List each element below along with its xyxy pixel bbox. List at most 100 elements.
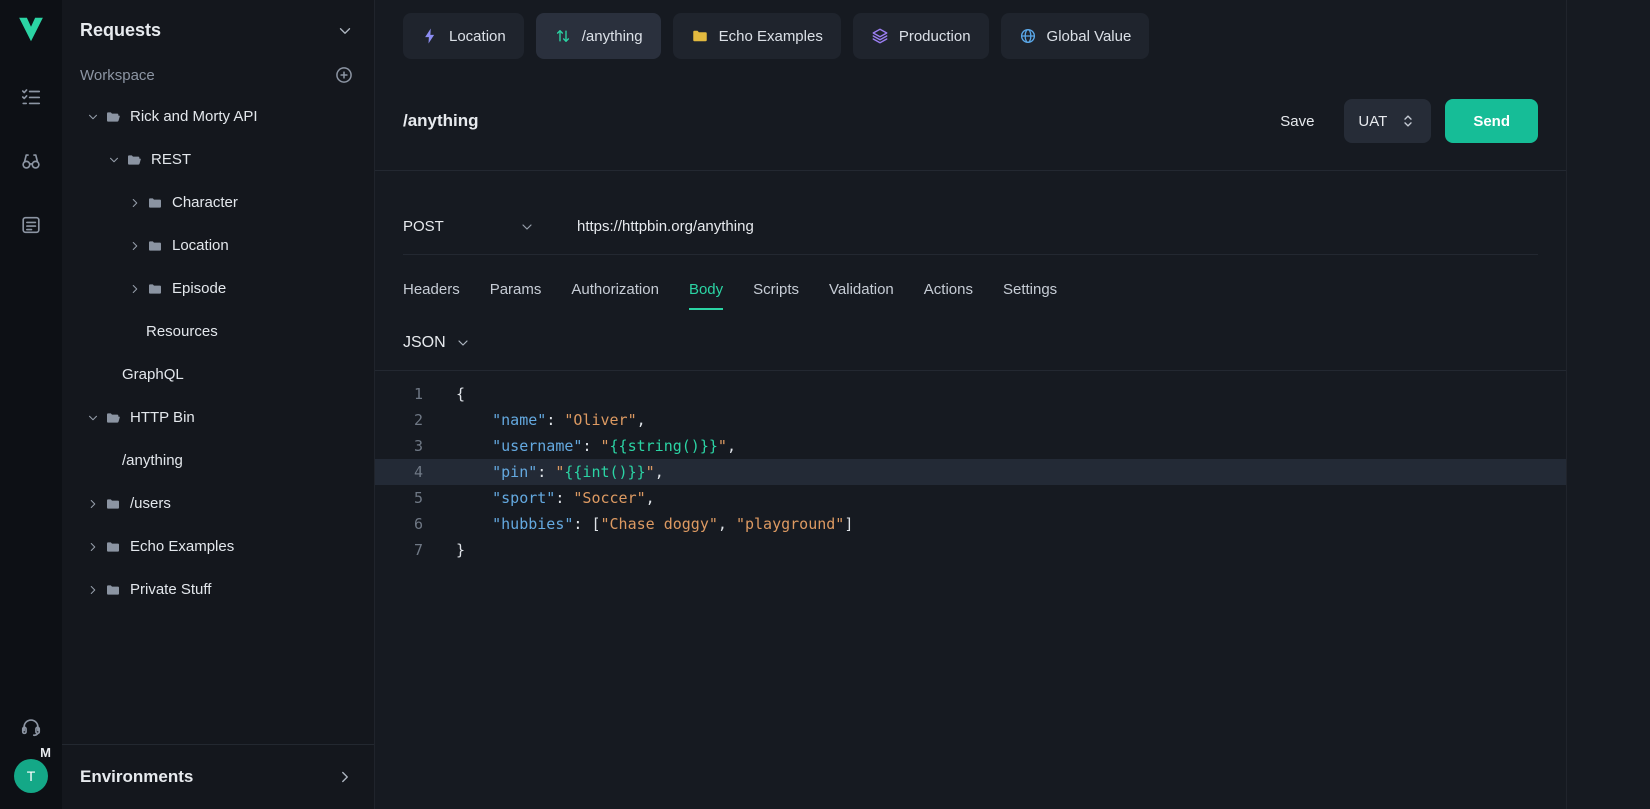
- page-title: /anything: [403, 111, 479, 131]
- sidebar-title: Requests: [80, 20, 161, 41]
- tree-folder-rest[interactable]: REST: [62, 138, 374, 181]
- code-line-1[interactable]: 1{: [375, 381, 1566, 407]
- send-button[interactable]: Send: [1445, 99, 1538, 143]
- sidebar-tree: Rick and Morty API REST Character Location E…: [62, 95, 374, 611]
- rail-nav: [20, 86, 42, 236]
- folder-icon: [126, 152, 142, 168]
- tab-authorization[interactable]: Authorization: [571, 281, 659, 310]
- method-select[interactable]: POST: [403, 218, 561, 235]
- environments-header[interactable]: Environments: [62, 744, 374, 809]
- code-editor[interactable]: 1{2 "name": "Oliver",3 "username": "{{st…: [375, 370, 1566, 809]
- environment-select[interactable]: UAT: [1344, 99, 1431, 143]
- body-type-select[interactable]: JSON: [375, 310, 499, 352]
- tree-folder-echo-examples[interactable]: Echo Examples: [62, 525, 374, 568]
- open-tab-echo-examples[interactable]: Echo Examples: [673, 13, 841, 59]
- line-number: 1: [375, 381, 423, 407]
- main-column: Location/anything Echo Examples Production…: [375, 0, 1566, 809]
- tab-actions[interactable]: Actions: [924, 281, 973, 310]
- code-line-3[interactable]: 3 "username": "{{string()}}",: [375, 433, 1566, 459]
- chevron-up-down-icon: [1399, 112, 1417, 130]
- folder-icon: [105, 539, 121, 555]
- tab-params[interactable]: Params: [490, 281, 542, 310]
- tab-label: /anything: [582, 28, 643, 45]
- code-line-4[interactable]: 4 "pin": "{{int()}}",: [375, 459, 1566, 485]
- tree-folder-rick-and-morty-api[interactable]: Rick and Morty API: [62, 95, 374, 138]
- tree-request-anything[interactable]: /anything: [62, 439, 374, 482]
- avatar-initial-top: M: [40, 745, 51, 760]
- open-tab-production[interactable]: Production: [853, 13, 989, 59]
- tree-folder-private-stuff[interactable]: Private Stuff: [62, 568, 374, 611]
- folder-icon: [105, 496, 121, 512]
- chevron-right-icon: [128, 196, 142, 210]
- tree-request-resources[interactable]: Resources: [62, 310, 374, 353]
- add-request-button[interactable]: [334, 65, 354, 85]
- list-box-icon[interactable]: [20, 214, 42, 236]
- chevron-right-icon: [128, 239, 142, 253]
- tree-folder-episode[interactable]: Episode: [62, 267, 374, 310]
- tab-body[interactable]: Body: [689, 281, 723, 310]
- tree-folder-character[interactable]: Character: [62, 181, 374, 224]
- title-actions: Save UAT Send: [1264, 99, 1538, 143]
- tree-folder-http-bin[interactable]: HTTP Bin: [62, 396, 374, 439]
- code-text: "username": "{{string()}}",: [456, 433, 736, 459]
- folder-icon: [105, 109, 121, 125]
- lightning-icon: [421, 27, 439, 45]
- folder-icon: [147, 281, 163, 297]
- code-line-5[interactable]: 5 "sport": "Soccer",: [375, 485, 1566, 511]
- line-number: 6: [375, 511, 423, 537]
- chevron-right-icon: [128, 282, 142, 296]
- open-tab-location[interactable]: Location: [403, 13, 524, 59]
- chevron-down-icon: [86, 411, 100, 425]
- tab-headers[interactable]: Headers: [403, 281, 460, 310]
- folder-icon: [147, 195, 163, 211]
- folder-icon: [105, 410, 121, 426]
- code-text: "pin": "{{int()}}",: [456, 459, 664, 485]
- tree-item-label: HTTP Bin: [130, 409, 195, 426]
- tree-item-label: GraphQL: [122, 366, 184, 383]
- url-bar: POST https://httpbin.org/anything: [403, 199, 1538, 255]
- code-text: "name": "Oliver",: [456, 407, 646, 433]
- code-line-7[interactable]: 7}: [375, 537, 1566, 563]
- code-text: "sport": "Soccer",: [456, 485, 655, 511]
- code-line-6[interactable]: 6 "hubbies": ["Chase doggy", "playground…: [375, 511, 1566, 537]
- open-tabs-bar: Location/anything Echo Examples Production…: [375, 0, 1566, 72]
- tree-folder-users[interactable]: /users: [62, 482, 374, 525]
- code-text: }: [456, 537, 465, 563]
- open-tab-global-value[interactable]: Global Value: [1001, 13, 1150, 59]
- chevron-down-icon: [336, 22, 354, 40]
- request-title-row: /anything Save UAT Send: [375, 72, 1566, 171]
- tree-item-label: Private Stuff: [130, 581, 211, 598]
- tree-request-graphql[interactable]: GraphQL: [62, 353, 374, 396]
- tab-settings[interactable]: Settings: [1003, 281, 1057, 310]
- tab-validation[interactable]: Validation: [829, 281, 894, 310]
- tab-label: Global Value: [1047, 28, 1132, 45]
- headset-icon[interactable]: [20, 715, 42, 737]
- avatar[interactable]: M T: [14, 759, 48, 793]
- save-button[interactable]: Save: [1264, 103, 1330, 140]
- request-subtabs: Headers Params Authorization Body Scripts Val…: [375, 255, 1566, 310]
- requests-header[interactable]: Requests: [62, 0, 374, 57]
- folder-icon: [691, 27, 709, 45]
- app-logo-icon[interactable]: [16, 14, 46, 44]
- tab-scripts[interactable]: Scripts: [753, 281, 799, 310]
- tree-item-label: Rick and Morty API: [130, 108, 258, 125]
- open-tab-anything[interactable]: /anything: [536, 13, 661, 59]
- tree-folder-location[interactable]: Location: [62, 224, 374, 267]
- url-input[interactable]: https://httpbin.org/anything: [577, 218, 1538, 235]
- line-number: 3: [375, 433, 423, 459]
- chevron-right-icon: [86, 540, 100, 554]
- code-line-2[interactable]: 2 "name": "Oliver",: [375, 407, 1566, 433]
- binoculars-icon[interactable]: [20, 150, 42, 172]
- line-number: 7: [375, 537, 423, 563]
- workspace-label: Workspace: [80, 67, 155, 84]
- environments-label: Environments: [80, 767, 193, 787]
- tree-item-label: /anything: [122, 452, 183, 469]
- line-number: 5: [375, 485, 423, 511]
- tree-item-label: Location: [172, 237, 229, 254]
- chevron-down-icon: [455, 335, 471, 351]
- line-number: 4: [375, 459, 423, 485]
- swap-arrows-icon: [554, 27, 572, 45]
- list-check-icon[interactable]: [20, 86, 42, 108]
- collapsed-right-panel[interactable]: [1566, 0, 1650, 809]
- tree-item-label: Character: [172, 194, 238, 211]
